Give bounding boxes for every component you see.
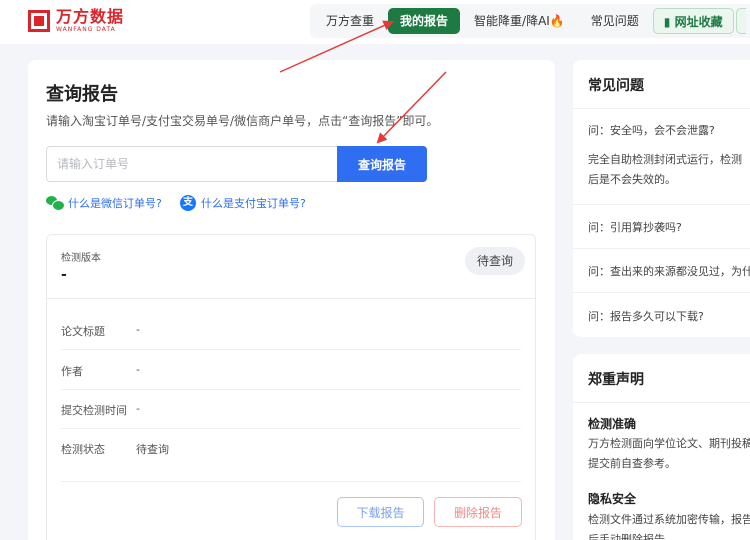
download-report-button[interactable]: 下载报告 — [337, 497, 424, 527]
info-value: - — [136, 323, 140, 336]
faq-divider — [573, 292, 750, 293]
info-label: 提交检测时间 — [61, 404, 127, 417]
nav-item-faq[interactable]: 常见问题 — [579, 8, 651, 34]
declaration-text: 万方检测面向学位论文、期刊投稿提交前自查参考。 — [588, 437, 750, 470]
info-row-submit-time: 提交检测时间 - — [61, 389, 521, 429]
faq-question[interactable]: 问：报告多久可以下载? — [588, 308, 704, 324]
status-badge: 待查询 — [465, 247, 526, 275]
card-divider — [61, 481, 521, 482]
nav-item-overflow[interactable] — [735, 8, 746, 34]
info-row-title: 论文标题 - — [61, 310, 521, 350]
nav-item-bookmark[interactable]: ▮ 网址收藏 — [652, 8, 734, 34]
info-row-status: 检测状态 待查询 — [61, 428, 521, 468]
alipay-help-label: 什么是支付宝订单号? — [201, 197, 306, 210]
query-hint: 请输入淘宝订单号/支付宝交易单号/微信商户单号，点击“查询报告”即可。 — [46, 114, 439, 128]
wechat-help-label: 什么是微信订单号? — [68, 197, 162, 210]
logo-title: 万方数据 — [56, 7, 125, 26]
wechat-order-help-link[interactable]: 什么是微信订单号? — [46, 195, 162, 211]
info-label: 作者 — [61, 365, 83, 378]
wechat-icon — [46, 196, 65, 211]
bookmark-label: 网址收藏 — [674, 15, 723, 29]
wanfang-logo[interactable]: 万方数据 WANFANG DATA — [28, 9, 124, 33]
info-label: 检测状态 — [61, 443, 105, 456]
query-report-button[interactable]: 查询报告 — [337, 146, 427, 182]
faq-question[interactable]: 问：查出来的来源都没见过，为什 — [588, 263, 750, 279]
order-number-input[interactable] — [46, 146, 337, 182]
declaration-title: 郑重声明 — [588, 372, 644, 388]
alipay-order-help-link[interactable]: 支 什么是支付宝订单号? — [180, 195, 306, 211]
declaration-text: 检测文件通过系统加密传输，报告后手动删除报告。 — [588, 513, 750, 540]
info-value: 待查询 — [136, 443, 169, 456]
nav-item-plagiarism-check[interactable]: 万方查重 — [314, 8, 386, 34]
faq-divider — [573, 108, 750, 109]
faq-question[interactable]: 问：安全吗，会不会泄露? — [588, 122, 715, 138]
declaration-heading: 隐私安全 — [588, 492, 637, 506]
page-title: 查询报告 — [46, 84, 118, 105]
faq-question[interactable]: 问：引用算抄袭吗? — [588, 219, 682, 235]
declaration-heading: 检测准确 — [588, 417, 637, 431]
card-divider — [47, 298, 535, 299]
faq-answer: 完全自助检测封闭式运行，检测后是不会失效的。 — [588, 153, 742, 186]
faq-divider — [573, 248, 750, 249]
bookmark-icon: ▮ — [663, 15, 671, 29]
version-value: - — [61, 267, 67, 283]
nav-item-smart-rewrite[interactable]: 智能降重/降AI🔥 — [462, 8, 577, 34]
query-report-panel: 查询报告 请输入淘宝订单号/支付宝交易单号/微信商户单号，点击“查询报告”即可。… — [28, 60, 555, 540]
declaration-divider — [573, 402, 750, 403]
faq-panel: 常见问题 问：安全吗，会不会泄露? 完全自助检测封闭式运行，检测后是不会失效的。… — [573, 60, 750, 337]
info-value: - — [136, 402, 140, 415]
faq-divider — [573, 204, 750, 205]
version-label: 检测版本 — [61, 253, 101, 264]
top-header: 万方数据 WANFANG DATA 万方查重 我的报告 智能降重/降AI🔥 常见… — [0, 0, 750, 44]
logo-subtitle: WANFANG DATA — [56, 26, 116, 33]
report-detail-card: 检测版本 - 待查询 论文标题 - 作者 - 提交检测时间 - 检测状态 待查询… — [46, 234, 536, 540]
declaration-panel: 郑重声明 检测准确 万方检测面向学位论文、期刊投稿提交前自查参考。 隐私安全 检… — [573, 354, 750, 540]
nav-item-my-report[interactable]: 我的报告 — [388, 8, 461, 34]
alipay-icon: 支 — [180, 195, 196, 211]
info-label: 论文标题 — [61, 325, 105, 338]
main-nav: 万方查重 我的报告 智能降重/降AI🔥 常见问题 ▮ 网址收藏 — [310, 4, 750, 38]
info-row-author: 作者 - — [61, 350, 521, 390]
delete-report-button[interactable]: 删除报告 — [434, 497, 522, 527]
faq-title: 常见问题 — [588, 78, 644, 94]
logo-mark-icon — [28, 10, 50, 32]
info-value: - — [136, 363, 140, 376]
